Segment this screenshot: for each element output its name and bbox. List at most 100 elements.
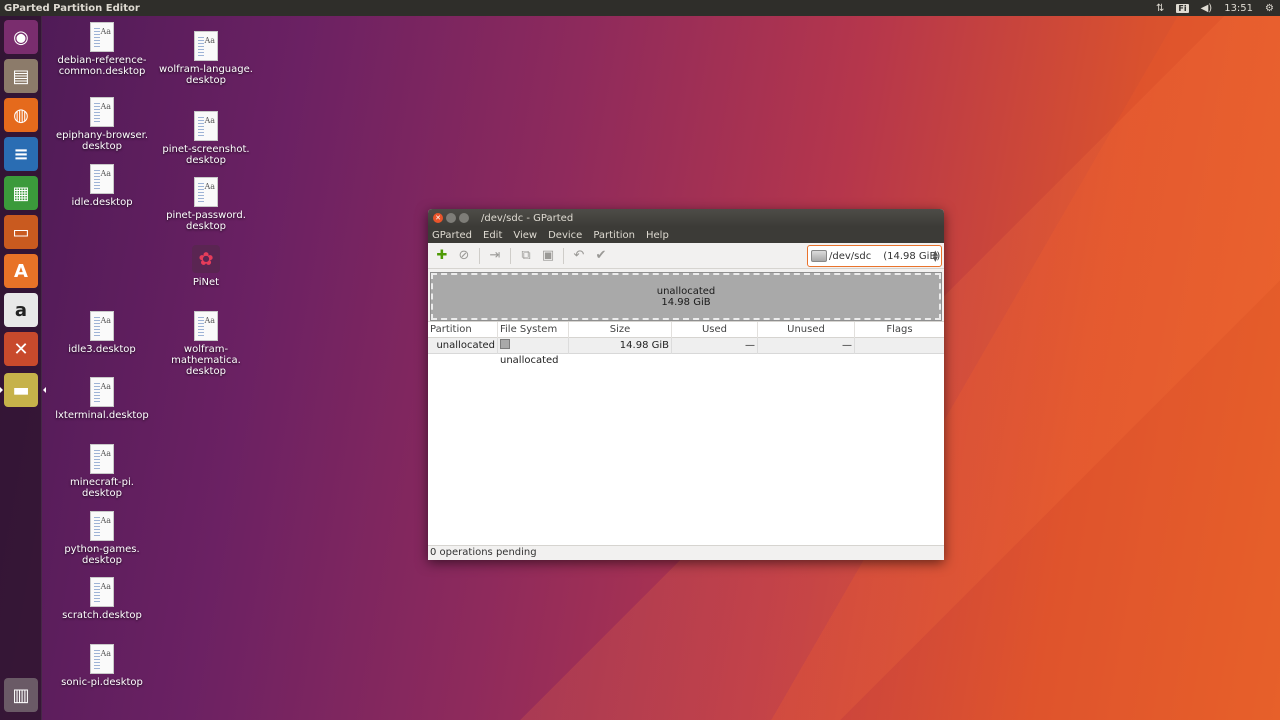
desktop-file-sonic-pi[interactable]: sonic-pi.desktop: [52, 644, 152, 688]
header-size[interactable]: Size: [569, 322, 672, 338]
apply-icon[interactable]: ✔: [590, 245, 612, 267]
writer-icon: ≡: [13, 143, 29, 165]
desktop-file-icon: [90, 311, 114, 341]
menu-edit[interactable]: Edit: [483, 230, 502, 241]
firefox-launcher-button[interactable]: ◍: [4, 98, 38, 132]
active-app-title: GParted Partition Editor: [4, 2, 140, 14]
desktop-icon-label: PiNet: [192, 277, 220, 288]
files-launcher-button[interactable]: ▤: [4, 59, 38, 93]
filesystem-label: unallocated: [500, 355, 559, 366]
software-center-icon: A: [14, 260, 28, 282]
disk-graphic-label: unallocated: [656, 285, 716, 297]
desktop-file-minecraft-pi[interactable]: minecraft-pi. desktop: [52, 444, 152, 499]
cell-unused: —: [758, 338, 855, 354]
cell-used: —: [672, 338, 758, 354]
menu-view[interactable]: View: [513, 230, 537, 241]
impress-launcher-button[interactable]: ▭: [4, 215, 38, 249]
desktop-file-idle3[interactable]: idle3.desktop: [52, 311, 152, 355]
menu-bar: GParted Edit View Device Partition Help: [428, 227, 944, 243]
menu-device[interactable]: Device: [548, 230, 582, 241]
network-icon[interactable]: ⇅: [1156, 3, 1164, 14]
volume-icon[interactable]: ◀): [1201, 3, 1213, 14]
desktop-file-epiphany-browser[interactable]: epiphany-browser. desktop: [52, 97, 152, 152]
filesystem-color-swatch: [500, 339, 510, 349]
desktop-file-icon: [90, 644, 114, 674]
disk-drive-icon: [811, 250, 827, 262]
clock[interactable]: 13:51: [1224, 3, 1253, 14]
system-gear-icon[interactable]: ⚙: [1265, 3, 1274, 14]
desktop-icon-label: wolfram-language. desktop: [159, 64, 253, 86]
desktop-file-icon: [90, 444, 114, 474]
disk-graphic-size: 14.98 GiB: [661, 296, 711, 308]
amazon-icon: a: [14, 299, 28, 321]
desktop-file-pinet-password[interactable]: pinet-password. desktop: [156, 177, 256, 232]
gparted-icon: ▬: [12, 379, 30, 401]
desktop-icon-label: wolfram- mathematica. desktop: [171, 344, 241, 377]
operations-pending-status: 0 operations pending: [430, 547, 537, 558]
table-row[interactable]: unallocated unallocated 14.98 GiB — —: [428, 338, 944, 366]
desktop-file-idle[interactable]: idle.desktop: [52, 164, 152, 208]
header-used[interactable]: Used: [672, 322, 758, 338]
undo-icon[interactable]: ↶: [568, 245, 590, 267]
desktop-file-icon: [90, 577, 114, 607]
calc-launcher-button[interactable]: ▦: [4, 176, 38, 210]
ubuntu-dash-button[interactable]: ◉: [4, 20, 38, 54]
gparted-launcher-button[interactable]: ▬: [0, 373, 46, 407]
writer-launcher-button[interactable]: ≡: [4, 137, 38, 171]
desktop-file-debian-reference[interactable]: debian-reference- common.desktop: [52, 22, 152, 77]
ubuntu-logo-icon: ◉: [13, 26, 29, 48]
cell-flags: [855, 338, 944, 354]
delete-partition-icon[interactable]: ⊘: [453, 245, 475, 267]
copy-icon[interactable]: ⧉: [515, 245, 537, 267]
desktop-file-icon: [194, 31, 218, 61]
maximize-icon[interactable]: [459, 213, 469, 223]
desktop-file-icon: [90, 97, 114, 127]
desktop-file-icon: [90, 22, 114, 52]
software-launcher-button[interactable]: A: [4, 254, 38, 288]
desktop-file-wolfram-mathematica[interactable]: wolfram- mathematica. desktop: [156, 311, 256, 377]
desktop-app-pinet[interactable]: ✿ PiNet: [156, 245, 256, 288]
resize-move-icon[interactable]: ⇥: [484, 245, 506, 267]
amazon-launcher-button[interactable]: a: [4, 293, 38, 327]
header-unused[interactable]: Unused: [758, 322, 855, 338]
desktop-file-icon: [90, 377, 114, 407]
desktop-icon-label: epiphany-browser. desktop: [55, 130, 149, 152]
header-filesystem[interactable]: File System: [498, 322, 569, 338]
device-selector[interactable]: /dev/sdc (14.98 GiB) ▲ ▼: [807, 245, 942, 267]
desktop-file-lxterminal[interactable]: lxterminal.desktop: [52, 377, 152, 421]
desktop-file-pinet-screenshot[interactable]: pinet-screenshot. desktop: [156, 111, 256, 166]
cell-filesystem: unallocated: [498, 338, 569, 366]
indicator-area: ⇅ Fi ◀) 13:51 ⚙: [1156, 0, 1274, 16]
cell-size: 14.98 GiB: [569, 338, 672, 354]
settings-launcher-button[interactable]: ✕: [4, 332, 38, 366]
desktop-file-icon: [194, 311, 218, 341]
desktop-file-icon: [90, 164, 114, 194]
raspberry-pi-icon: ✿: [192, 245, 220, 273]
desktop-icon-label: scratch.desktop: [62, 610, 142, 621]
status-bar: 0 operations pending: [428, 545, 944, 560]
launcher: ◉ ▤ ◍ ≡ ▦ ▭ A a ✕ ▬ ▥: [0, 16, 46, 720]
minimize-icon[interactable]: [446, 213, 456, 223]
desktop-file-wolfram-language[interactable]: wolfram-language. desktop: [156, 31, 256, 86]
menu-partition[interactable]: Partition: [593, 230, 635, 241]
desktop-file-icon: [194, 177, 218, 207]
menu-gparted[interactable]: GParted: [432, 230, 472, 241]
impress-icon: ▭: [12, 221, 30, 243]
header-partition[interactable]: Partition: [428, 322, 498, 338]
top-panel: GParted Partition Editor ⇅ Fi ◀) 13:51 ⚙: [0, 0, 1280, 16]
desktop-file-python-games[interactable]: python-games. desktop: [52, 511, 152, 566]
header-flags[interactable]: Flags: [855, 322, 944, 338]
new-partition-icon[interactable]: ✚: [431, 245, 453, 267]
calc-icon: ▦: [12, 182, 30, 204]
keyboard-layout-indicator[interactable]: Fi: [1176, 3, 1189, 13]
menu-help[interactable]: Help: [646, 230, 669, 241]
cell-partition: unallocated: [428, 338, 498, 354]
partition-table: Partition File System Size Used Unused F…: [428, 321, 944, 545]
window-titlebar[interactable]: ✕ /dev/sdc - GParted: [428, 209, 944, 227]
firefox-icon: ◍: [13, 104, 29, 126]
paste-icon[interactable]: ▣: [537, 245, 559, 267]
close-icon[interactable]: ✕: [433, 213, 443, 223]
disk-graphic-unallocated[interactable]: unallocated 14.98 GiB: [430, 272, 942, 321]
desktop-file-scratch[interactable]: scratch.desktop: [52, 577, 152, 621]
trash-launcher-button[interactable]: ▥: [4, 678, 38, 712]
